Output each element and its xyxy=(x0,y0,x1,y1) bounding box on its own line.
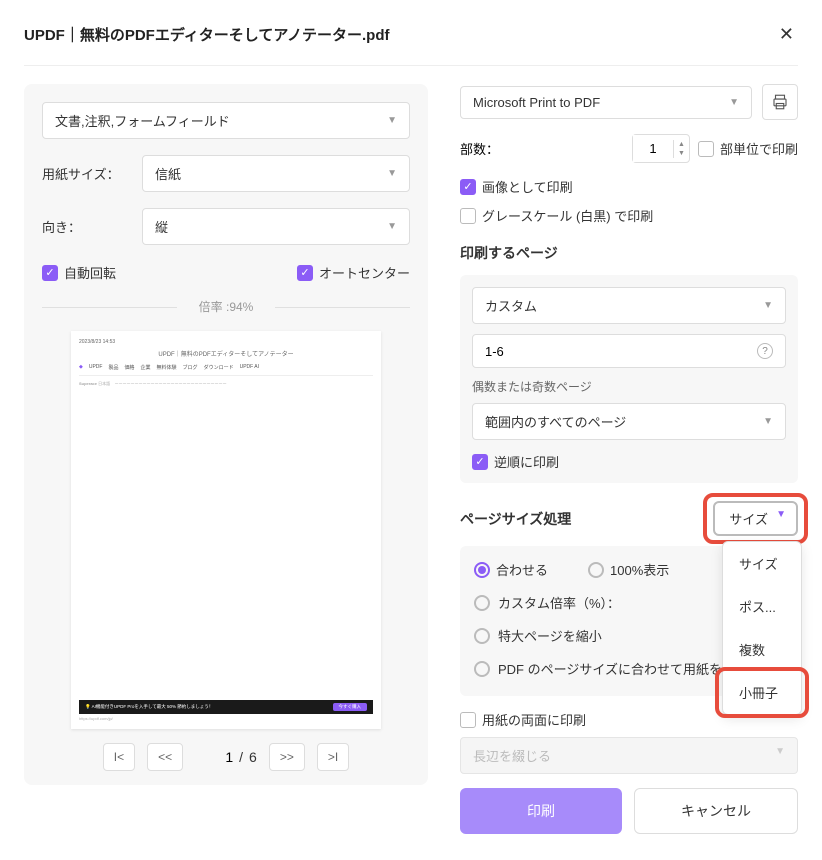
printer-settings-button[interactable] xyxy=(762,84,798,120)
auto-rotate-label: 自動回転 xyxy=(64,263,116,282)
paper-size-select[interactable]: 信紙 ▼ xyxy=(142,155,410,192)
page-number-input[interactable] xyxy=(195,749,233,765)
chevron-down-icon: ▼ xyxy=(729,97,739,108)
fit-label: 合わせる xyxy=(496,560,548,579)
page-range-input[interactable] xyxy=(485,344,757,359)
close-icon[interactable]: ✕ xyxy=(775,20,798,49)
last-page-button[interactable]: >I xyxy=(317,743,349,771)
collate-checkbox[interactable] xyxy=(698,141,714,157)
shrink-large-label: 特大ページを縮小 xyxy=(498,626,602,645)
size-mode-select[interactable]: サイズ ▼ xyxy=(713,501,798,536)
size-mode-menu: サイズ ポス... 複数 小冊子 xyxy=(722,541,802,715)
orientation-value: 縦 xyxy=(155,217,168,236)
size-option-poster[interactable]: ポス... xyxy=(723,585,801,628)
chevron-down-icon: ▼ xyxy=(776,509,786,520)
printer-select[interactable]: Microsoft Print to PDF ▼ xyxy=(460,86,752,119)
auto-center-label: オートセンター xyxy=(319,263,410,282)
print-mode-value: 文書,注釈,フォームフィールド xyxy=(55,111,230,130)
choose-by-pdf-radio[interactable] xyxy=(474,661,490,677)
pages-title: 印刷するページ xyxy=(460,243,798,263)
print-as-image-label: 画像として印刷 xyxy=(482,177,573,196)
binding-select: 長辺を綴じる ▼ xyxy=(460,737,798,774)
page-preview: 2023/8/23 14:53 UPDF｜無料のPDFエディターそしてアノテータ… xyxy=(71,331,381,729)
copies-down[interactable]: ▼ xyxy=(674,149,689,158)
chevron-down-icon: ▼ xyxy=(387,168,397,179)
hundred-radio[interactable] xyxy=(588,562,604,578)
scale-label: 倍率 :94% xyxy=(42,298,410,315)
auto-center-checkbox[interactable]: ✓ xyxy=(297,265,313,281)
grayscale-label: グレースケール (白黒) で印刷 xyxy=(482,206,653,225)
page-mode-value: カスタム xyxy=(485,296,537,315)
page-sep: / xyxy=(239,749,243,765)
printer-icon xyxy=(771,93,789,111)
paper-size-label: 用紙サイズ： xyxy=(42,164,142,183)
collate-label: 部単位で印刷 xyxy=(720,139,798,158)
page-mode-select[interactable]: カスタム ▼ xyxy=(472,287,786,324)
size-option-size[interactable]: サイズ xyxy=(723,542,801,585)
custom-scale-radio[interactable] xyxy=(474,595,490,611)
size-option-multiple[interactable]: 複数 xyxy=(723,628,801,671)
chevron-down-icon: ▼ xyxy=(763,300,773,311)
auto-rotate-checkbox[interactable]: ✓ xyxy=(42,265,58,281)
orientation-label: 向き： xyxy=(42,217,142,236)
odd-even-value: 範囲内のすべてのページ xyxy=(485,412,626,431)
copies-up[interactable]: ▲ xyxy=(674,140,689,149)
first-page-button[interactable]: I< xyxy=(103,743,135,771)
window-title: UPDF｜無料のPDFエディターそしてアノテーター.pdf xyxy=(24,24,389,45)
copies-spinner[interactable]: ▲▼ xyxy=(632,134,690,163)
duplex-checkbox[interactable] xyxy=(460,712,476,728)
shrink-large-radio[interactable] xyxy=(474,628,490,644)
chevron-down-icon: ▼ xyxy=(763,416,773,427)
grayscale-checkbox[interactable] xyxy=(460,208,476,224)
chevron-down-icon: ▼ xyxy=(387,221,397,232)
printer-value: Microsoft Print to PDF xyxy=(473,95,600,110)
size-mode-value: サイズ xyxy=(729,512,768,527)
chevron-down-icon: ▼ xyxy=(387,115,397,126)
custom-scale-label: カスタム倍率（%）： xyxy=(498,593,620,612)
cancel-button[interactable]: キャンセル xyxy=(634,788,798,834)
next-page-button[interactable]: >> xyxy=(269,743,305,771)
odd-even-label: 偶数または奇数ページ xyxy=(472,378,786,395)
copies-input[interactable] xyxy=(633,135,673,162)
print-as-image-checkbox[interactable]: ✓ xyxy=(460,179,476,195)
reverse-checkbox[interactable]: ✓ xyxy=(472,454,488,470)
size-option-booklet[interactable]: 小冊子 xyxy=(723,671,801,714)
help-icon[interactable]: ? xyxy=(757,343,773,359)
duplex-label: 用紙の両面に印刷 xyxy=(482,710,586,729)
paper-size-value: 信紙 xyxy=(155,164,181,183)
orientation-select[interactable]: 縦 ▼ xyxy=(142,208,410,245)
size-handling-title: ページサイズ処理 xyxy=(460,509,571,529)
hundred-label: 100%表示 xyxy=(610,560,669,579)
choose-by-pdf-label: PDF のページサイズに合わせて用紙を xyxy=(498,659,722,678)
odd-even-select[interactable]: 範囲内のすべてのページ ▼ xyxy=(472,403,786,440)
print-mode-select[interactable]: 文書,注釈,フォームフィールド ▼ xyxy=(42,102,410,139)
chevron-down-icon: ▼ xyxy=(775,746,785,765)
page-total: 6 xyxy=(249,749,257,765)
fit-radio[interactable] xyxy=(474,562,490,578)
binding-value: 長辺を綴じる xyxy=(473,746,551,765)
prev-page-button[interactable]: << xyxy=(147,743,183,771)
reverse-label: 逆順に印刷 xyxy=(494,452,559,471)
print-button[interactable]: 印刷 xyxy=(460,788,622,834)
preview-panel: 文書,注釈,フォームフィールド ▼ 用紙サイズ： 信紙 ▼ 向き： 縦 ▼ xyxy=(24,84,428,785)
copies-label: 部数： xyxy=(460,139,499,158)
